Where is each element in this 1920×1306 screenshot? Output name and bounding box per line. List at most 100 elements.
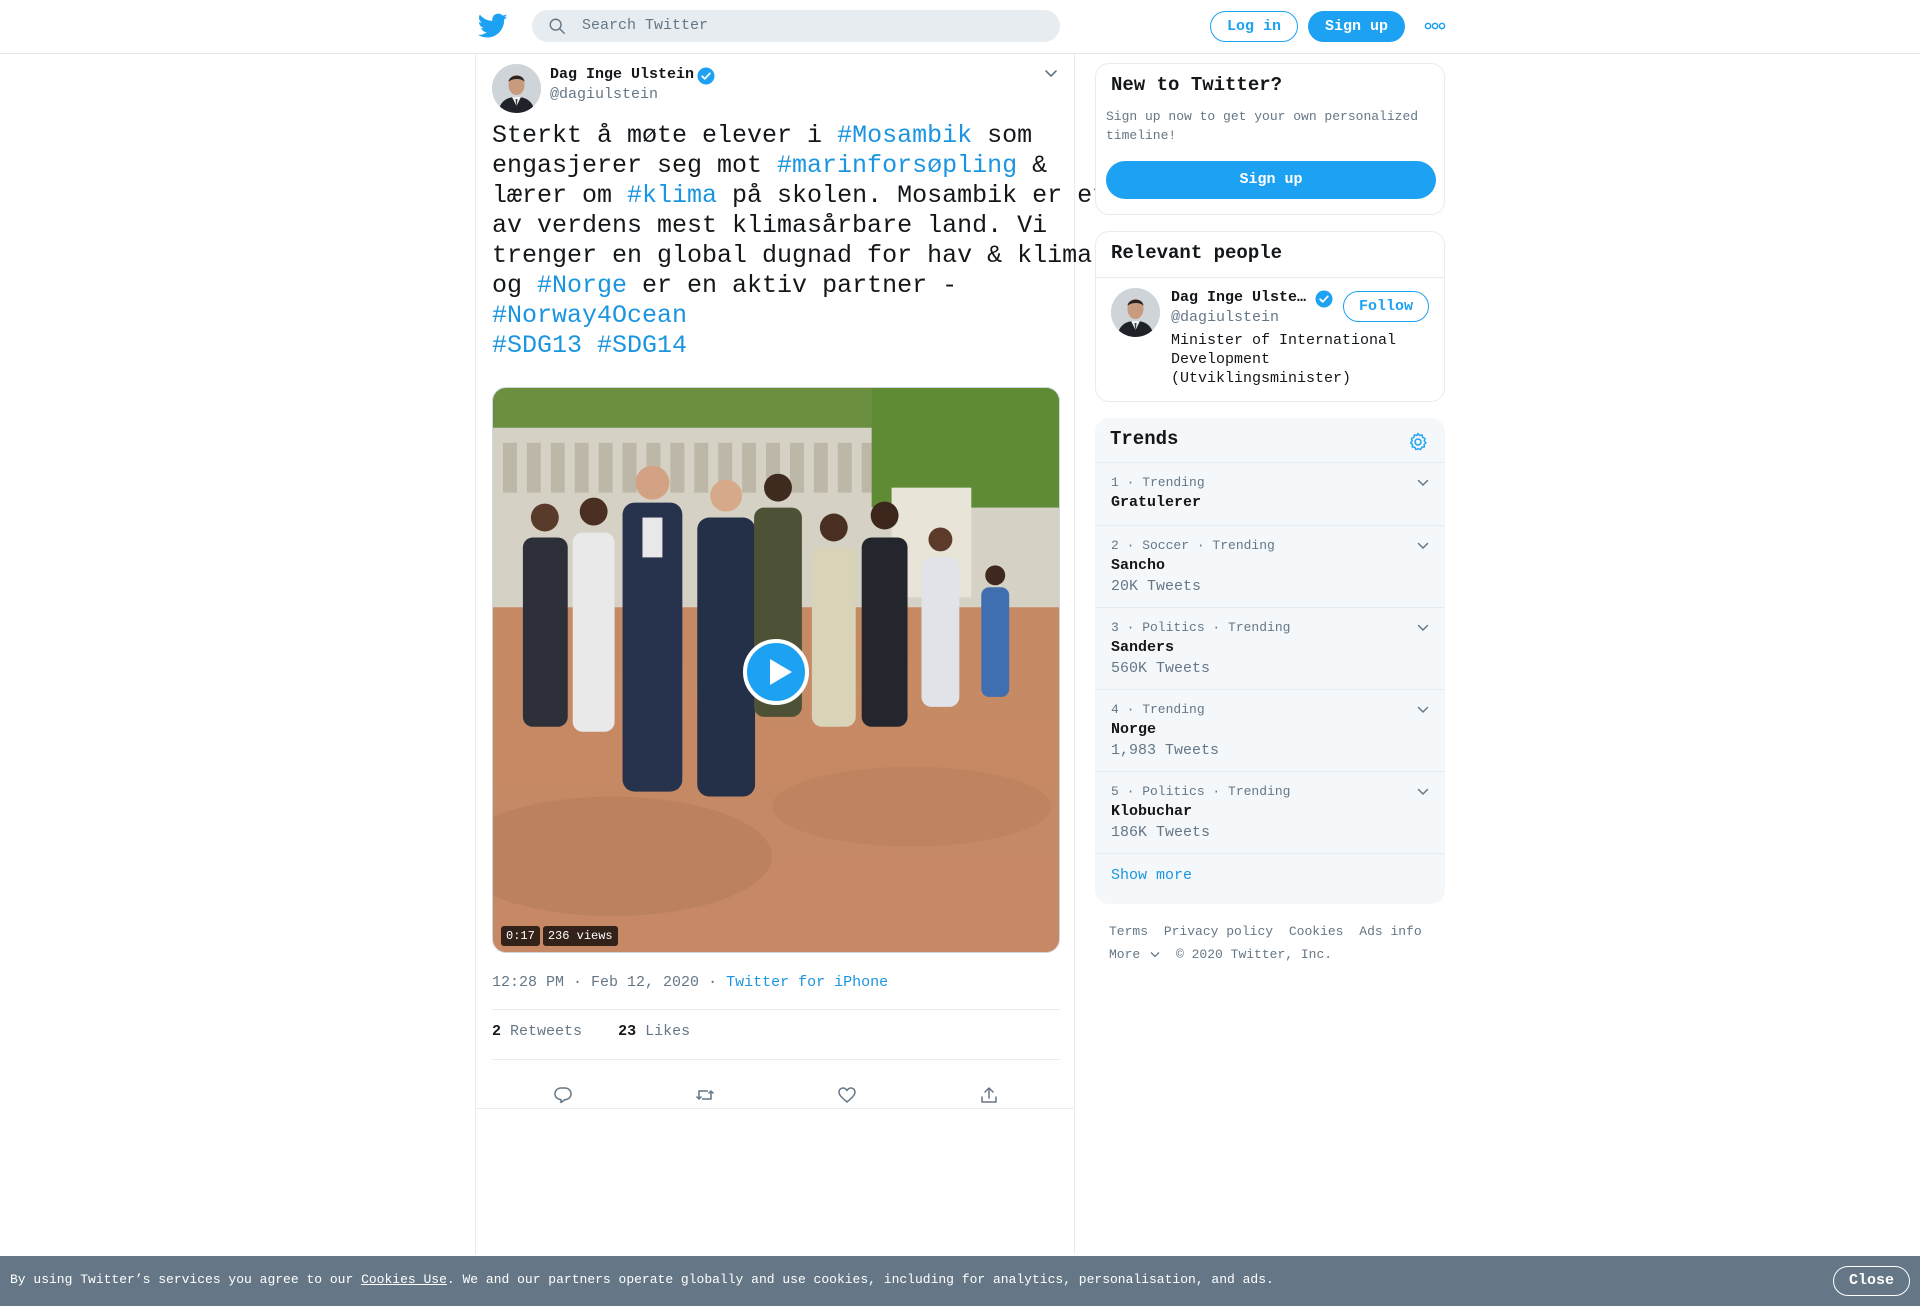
trend-name: Klobuchar xyxy=(1111,803,1193,820)
search-box[interactable]: Search Twitter xyxy=(532,10,1060,42)
reply-icon[interactable] xyxy=(553,1085,573,1105)
chevron-down-icon xyxy=(1150,952,1160,958)
top-navigation-bar: Search Twitter Log in Sign up xyxy=(0,0,1920,54)
trend-tweet-count: 1,983 Tweets xyxy=(1111,742,1220,759)
tweet-text-line: av verdens mest klimasårbare land. Vi xyxy=(492,211,1062,241)
tweet-time[interactable]: 12:28 PM xyxy=(492,974,564,991)
twitter-bird-icon[interactable] xyxy=(478,13,508,39)
tweet-text-segment: Sterkt å møte elever i xyxy=(492,121,838,150)
tweet-text-segment: & xyxy=(1017,151,1048,180)
trend-name: Norge xyxy=(1111,721,1157,738)
tweet-text-line: trenger en global dugnad for hav & klima xyxy=(492,241,1092,271)
trends-header: Trends xyxy=(1095,418,1445,463)
video-player[interactable]: 0:17 236 views xyxy=(492,387,1060,953)
cookie-close-button[interactable]: Close xyxy=(1833,1266,1910,1296)
chevron-down-icon[interactable] xyxy=(1417,479,1429,487)
trend-item[interactable]: 5 · Politics · Trending Klobuchar 186K T… xyxy=(1095,772,1445,854)
subtitle-line: Sign up now to get your own personalized xyxy=(1106,109,1419,124)
share-icon[interactable] xyxy=(979,1085,999,1105)
tweet-text: Sterkt å møte elever i #Mosambik som enga… xyxy=(492,121,1107,361)
retweet-icon[interactable] xyxy=(695,1085,715,1105)
tweet-text-segment: av verdens mest klimasårbare land. Vi xyxy=(492,211,1048,240)
likes-count: 23 xyxy=(618,1023,637,1040)
hashtag-link[interactable]: #Mosambik xyxy=(837,121,972,150)
footer-link-privacy[interactable]: Privacy policy xyxy=(1164,924,1273,939)
trend-context: 2 · Soccer · Trending xyxy=(1111,538,1275,553)
trend-name: Sancho xyxy=(1111,557,1166,574)
trends-card: Trends 1 · Trending Gratulerer 2 · Socce… xyxy=(1095,418,1445,904)
tweet-text-line: engasjerer seg mot #marinforsøpling & xyxy=(492,151,1062,181)
relevant-person[interactable]: Dag Inge Ulste… @dagiulstein Follow Mini… xyxy=(1096,278,1444,402)
chevron-down-icon[interactable] xyxy=(1417,706,1429,714)
person-avatar[interactable] xyxy=(1111,288,1160,337)
footer-link-terms[interactable]: Terms xyxy=(1109,924,1148,939)
trend-context: 5 · Politics · Trending xyxy=(1111,784,1291,799)
sidebar-footer: Terms Privacy policy Cookies Ads info Mo… xyxy=(1109,920,1430,966)
chevron-down-icon[interactable] xyxy=(1043,68,1059,80)
bio-line: (Utviklingsminister) xyxy=(1171,370,1352,387)
hashtag-link[interactable]: #Norway4Ocean xyxy=(492,301,687,330)
video-duration: 0:17 xyxy=(501,926,540,946)
tweet-stats: 2 Retweets 23 Likes xyxy=(492,1023,690,1040)
tweet-source-link[interactable]: Twitter for iPhone xyxy=(726,974,888,991)
login-button[interactable]: Log in xyxy=(1210,11,1298,42)
trend-item[interactable]: 3 · Politics · Trending Sanders 560K Twe… xyxy=(1095,608,1445,690)
search-input[interactable]: Search Twitter xyxy=(582,17,708,34)
video-badges: 0:17 236 views xyxy=(501,926,618,946)
cookies-use-link[interactable]: Cookies Use xyxy=(361,1272,447,1287)
trend-context: 3 · Politics · Trending xyxy=(1111,620,1291,635)
hashtag-link[interactable]: #Norge xyxy=(537,271,627,300)
more-dots-icon[interactable] xyxy=(1424,20,1446,32)
sidebar-signup-button[interactable]: Sign up xyxy=(1106,161,1436,199)
settings-gear-icon[interactable] xyxy=(1408,432,1428,452)
author-name[interactable]: Dag Inge Ulstein xyxy=(550,66,694,83)
tweet-text-line: #SDG13 #SDG14 xyxy=(492,331,1062,361)
hashtag-link[interactable]: #SDG13 xyxy=(492,331,582,360)
new-to-twitter-title: New to Twitter? xyxy=(1111,74,1283,96)
like-heart-icon[interactable] xyxy=(837,1085,857,1105)
subtitle-line: timeline! xyxy=(1106,128,1177,143)
tweet-actions xyxy=(492,1074,1060,1116)
bio-line: Development xyxy=(1171,351,1271,368)
tweet-text-segment: og xyxy=(492,271,538,300)
trend-item[interactable]: 2 · Soccer · Trending Sancho 20K Tweets xyxy=(1095,526,1445,608)
trend-context: 4 · Trending xyxy=(1111,702,1205,717)
trend-tweet-count: 560K Tweets xyxy=(1111,660,1211,677)
new-to-twitter-card: New to Twitter? Sign up now to get your … xyxy=(1095,63,1445,215)
tweet-column: Dag Inge Ulstein @dagiulstein Sterkt å m… xyxy=(475,54,1107,1254)
likes-label: Likes xyxy=(645,1023,691,1040)
person-handle[interactable]: @dagiulstein xyxy=(1171,309,1279,326)
hashtag-link[interactable]: #marinforsøpling xyxy=(777,151,1017,180)
author-handle[interactable]: @dagiulstein xyxy=(550,86,658,103)
search-icon xyxy=(549,18,565,34)
person-name[interactable]: Dag Inge Ulste… xyxy=(1171,289,1306,306)
signup-button[interactable]: Sign up xyxy=(1308,11,1405,42)
show-more-link[interactable]: Show more xyxy=(1111,867,1192,884)
verified-badge-icon xyxy=(697,67,715,85)
divider xyxy=(476,1108,1074,1109)
chevron-down-icon[interactable] xyxy=(1417,542,1429,550)
footer-copyright: © 2020 Twitter, Inc. xyxy=(1176,947,1333,962)
follow-button[interactable]: Follow xyxy=(1343,291,1429,322)
author-avatar[interactable] xyxy=(492,64,541,113)
play-button[interactable] xyxy=(743,639,809,705)
likes-stat[interactable]: 23 Likes xyxy=(618,1023,690,1040)
chevron-down-icon[interactable] xyxy=(1417,624,1429,632)
bio-line: Minister of International xyxy=(1171,332,1397,349)
new-to-twitter-subtitle: Sign up now to get your own personalized… xyxy=(1106,107,1436,145)
hashtag-link[interactable]: #klima xyxy=(627,181,717,210)
hashtag-link[interactable]: #SDG14 xyxy=(597,331,687,360)
trend-tweet-count: 186K Tweets xyxy=(1111,824,1211,841)
chevron-down-icon[interactable] xyxy=(1417,788,1429,796)
trend-item[interactable]: 1 · Trending Gratulerer xyxy=(1095,463,1445,526)
retweets-stat[interactable]: 2 Retweets xyxy=(492,1023,582,1040)
footer-link-ads-info[interactable]: Ads info xyxy=(1359,924,1421,939)
cookie-text: By using Twitter’s services you agree to… xyxy=(10,1272,1274,1287)
footer-more-button[interactable]: More xyxy=(1109,947,1160,962)
retweets-label: Retweets xyxy=(510,1023,583,1040)
tweet-date[interactable]: Feb 12, 2020 xyxy=(591,974,699,991)
footer-link-cookies[interactable]: Cookies xyxy=(1289,924,1344,939)
trend-item[interactable]: 4 · Trending Norge 1,983 Tweets xyxy=(1095,690,1445,772)
tweet-text-line: lærer om #klima på skolen. Mosambik er e… xyxy=(492,181,1107,211)
tweet-text-segment: engasjerer seg mot xyxy=(492,151,778,180)
